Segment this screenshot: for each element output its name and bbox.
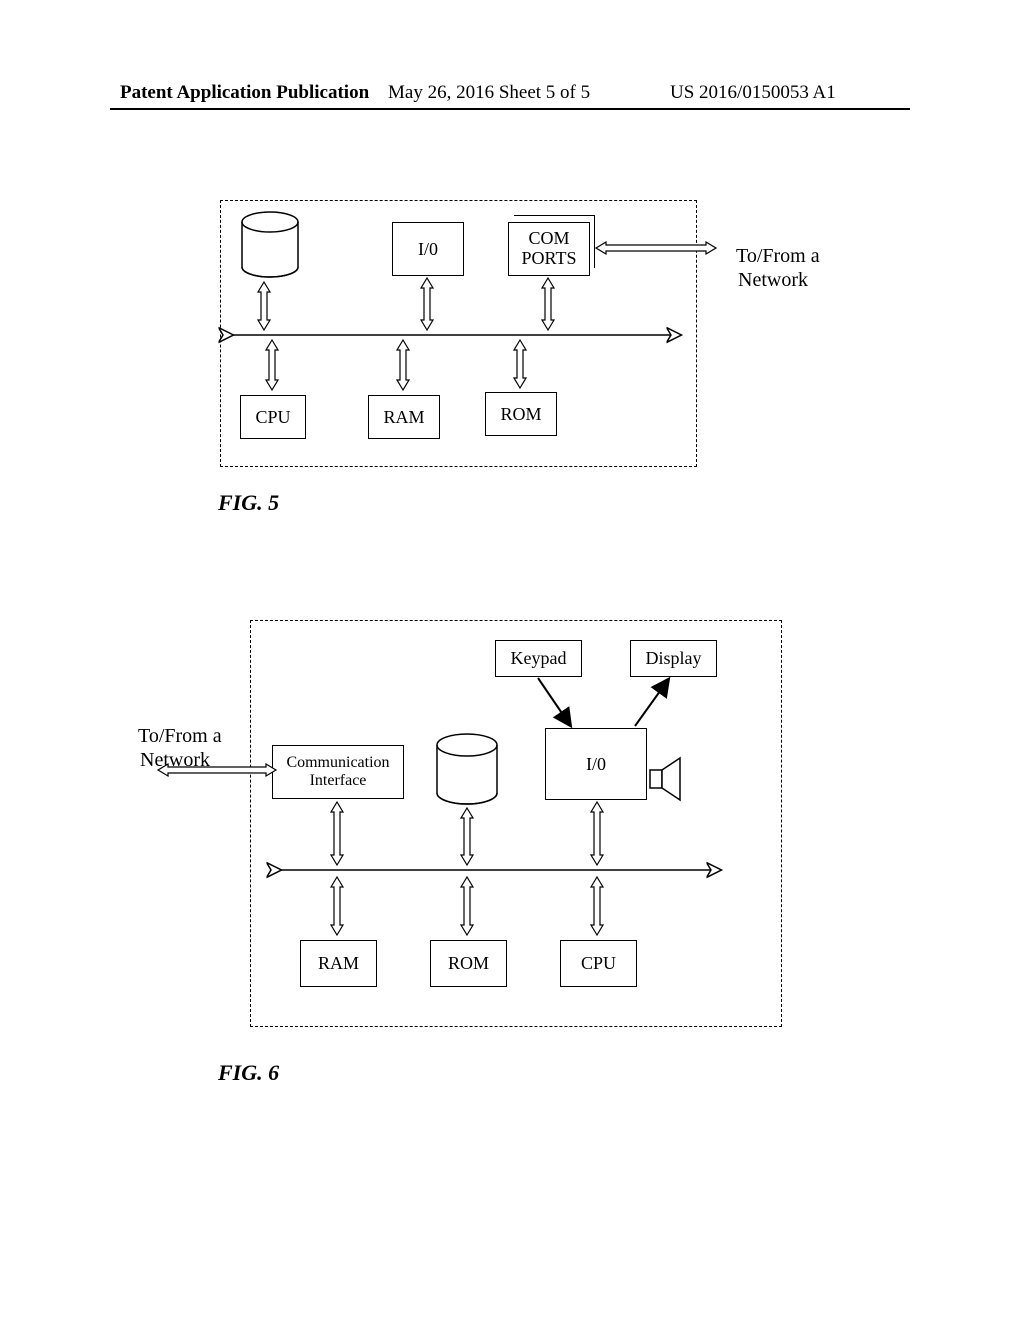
fig6-caption: FIG. 6	[218, 1060, 279, 1086]
fig6-arrows	[0, 0, 1024, 1320]
